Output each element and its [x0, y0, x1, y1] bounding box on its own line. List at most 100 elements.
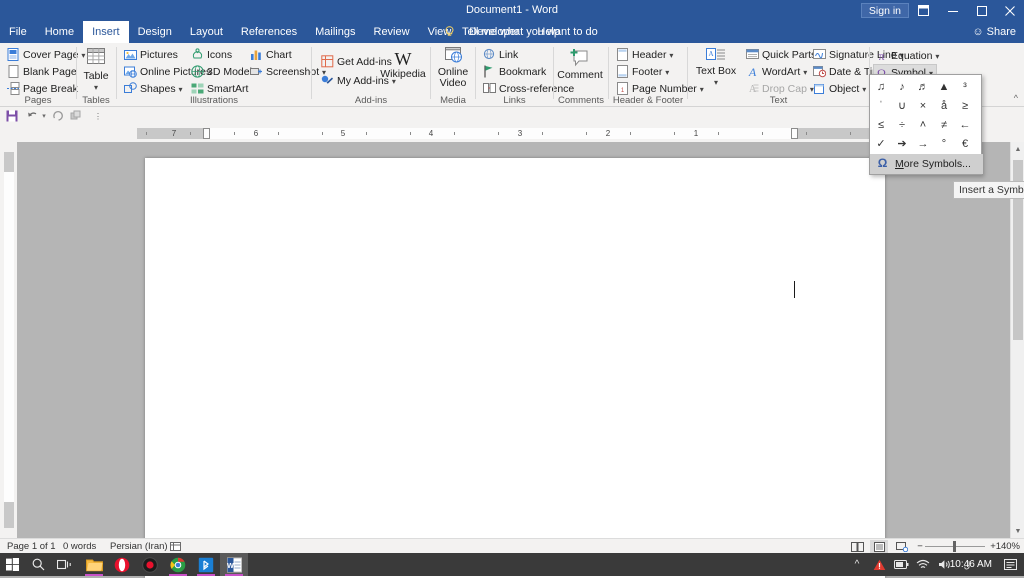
- wifi-icon[interactable]: [914, 553, 932, 576]
- customize-quick-access-toolbar-icon[interactable]: ⋮: [90, 108, 106, 124]
- footer-button[interactable]: Footer ▾: [615, 64, 672, 80]
- taskbar-app-bluetooth[interactable]: [192, 553, 220, 576]
- wikipedia-button[interactable]: W Wikipedia: [378, 49, 428, 80]
- wordart-button[interactable]: A WordArt ▾: [745, 64, 810, 80]
- ruler-tick: [454, 132, 455, 135]
- system-clock[interactable]: 10:46 AM: [950, 553, 992, 576]
- symbol-cell[interactable]: ♬: [913, 77, 933, 96]
- save-icon[interactable]: [4, 108, 20, 124]
- tab-review[interactable]: Review: [365, 21, 419, 43]
- table-button[interactable]: Table ▾: [73, 47, 119, 93]
- document-page[interactable]: [145, 158, 885, 578]
- symbol-cell[interactable]: →: [913, 134, 933, 153]
- symbol-cell[interactable]: €: [955, 134, 975, 153]
- pictures-button[interactable]: Pictures: [123, 47, 181, 63]
- symbol-cell[interactable]: ˄: [913, 115, 933, 134]
- close-icon[interactable]: [995, 0, 1024, 21]
- zoom-level[interactable]: 140%: [996, 539, 1020, 554]
- battery-icon[interactable]: [892, 553, 910, 576]
- minimize-icon[interactable]: [938, 0, 967, 21]
- bookmark-button[interactable]: Bookmark: [482, 64, 549, 80]
- share-button[interactable]: ☺ Share: [972, 21, 1016, 43]
- symbol-cell[interactable]: ←: [955, 115, 975, 134]
- symbol-cell[interactable]: ÷: [892, 115, 912, 134]
- repeat-icon[interactable]: [68, 108, 84, 124]
- taskbar-app-screen-recorder[interactable]: [136, 553, 164, 576]
- sign-in-button[interactable]: Sign in: [860, 3, 909, 18]
- maximize-icon[interactable]: [967, 0, 996, 21]
- symbol-cell[interactable]: ≤: [871, 115, 891, 134]
- blank-page-button[interactable]: Blank Page: [6, 64, 80, 80]
- show-hidden-icons-icon[interactable]: ^: [848, 553, 866, 576]
- ribbon-group-illustrations: Pictures Online Pictures Shapes ▾ Icons …: [117, 43, 326, 107]
- zoom-out-button[interactable]: −: [915, 539, 925, 554]
- taskbar-app-microsoft-word[interactable]: W: [220, 553, 248, 576]
- search-icon[interactable]: [26, 553, 50, 576]
- ribbon-display-options-icon[interactable]: [909, 0, 938, 21]
- vertical-scrollbar[interactable]: ▲ ▼: [1010, 142, 1024, 538]
- page-indicator[interactable]: Page 1 of 1: [7, 539, 56, 554]
- more-symbols-menu-item[interactable]: Ω More Symbols...: [870, 154, 983, 174]
- shapes-icon: [124, 82, 138, 96]
- group-label-media: Media: [440, 95, 466, 106]
- word-count[interactable]: 0 words: [63, 539, 96, 554]
- task-view-icon[interactable]: [52, 553, 76, 576]
- windows-start-icon[interactable]: [0, 553, 24, 576]
- tab-insert[interactable]: Insert: [83, 21, 129, 43]
- icons-button[interactable]: Icons: [190, 47, 235, 63]
- symbol-cell[interactable]: å: [934, 96, 954, 115]
- undo-icon[interactable]: [25, 108, 41, 124]
- 3d-models-icon: [191, 65, 205, 79]
- symbol-cell[interactable]: ˈ: [871, 96, 891, 115]
- chart-button[interactable]: Chart: [249, 47, 295, 63]
- tab-layout[interactable]: Layout: [181, 21, 232, 43]
- taskbar-app-file-explorer[interactable]: [80, 553, 108, 576]
- screenshot-icon: [250, 65, 264, 79]
- right-indent-marker[interactable]: [791, 128, 798, 139]
- tell-me-search[interactable]: Tell me what you want to do: [462, 21, 598, 43]
- symbol-cell[interactable]: ≥: [955, 96, 975, 115]
- equation-button[interactable]: π Equation ▾: [874, 48, 942, 64]
- collapse-ribbon-icon[interactable]: ^: [1014, 93, 1018, 103]
- view-print-layout[interactable]: [870, 540, 888, 553]
- symbol-cell[interactable]: ♫: [871, 77, 891, 96]
- chevron-down-icon: ▾: [178, 85, 183, 94]
- view-web-layout[interactable]: [893, 540, 911, 553]
- notification-center-icon[interactable]: [996, 553, 1024, 576]
- symbol-cell[interactable]: ∪: [892, 96, 912, 115]
- symbol-cell[interactable]: ✓: [871, 134, 891, 153]
- link-button[interactable]: Link: [482, 47, 521, 63]
- zoom-slider-thumb[interactable]: [953, 541, 956, 552]
- undo-dropdown-icon[interactable]: ▾: [40, 108, 48, 124]
- header-button[interactable]: Header ▾: [615, 47, 676, 63]
- scroll-up-icon[interactable]: ▲: [1011, 142, 1024, 156]
- symbol-cell[interactable]: ♪: [892, 77, 912, 96]
- status-bar: Page 1 of 1 0 words Persian (Iran) − + 1…: [0, 538, 1024, 553]
- scroll-down-icon[interactable]: ▼: [1011, 524, 1024, 538]
- ruler-number: 1: [693, 129, 699, 138]
- text-box-button[interactable]: A Text Box ▾: [693, 47, 739, 88]
- warning-icon[interactable]: [870, 553, 888, 576]
- tab-home[interactable]: Home: [36, 21, 83, 43]
- symbol-cell[interactable]: ≠: [934, 115, 954, 134]
- tab-file[interactable]: File: [0, 21, 36, 43]
- redo-icon[interactable]: [50, 108, 66, 124]
- symbol-cell[interactable]: ▲: [934, 77, 954, 96]
- symbol-cell[interactable]: ➔: [892, 134, 912, 153]
- online-video-button[interactable]: Online Video: [430, 46, 476, 89]
- taskbar-app-google-chrome[interactable]: [164, 553, 192, 576]
- left-indent-marker[interactable]: [203, 128, 210, 139]
- vertical-ruler[interactable]: [0, 142, 17, 538]
- symbol-cell[interactable]: °: [934, 134, 954, 153]
- object-label: Object: [829, 83, 860, 95]
- proofing-errors-icon[interactable]: [170, 539, 184, 554]
- symbol-cell[interactable]: ³: [955, 77, 975, 96]
- symbol-cell[interactable]: ×: [913, 96, 933, 115]
- comment-button[interactable]: Comment: [557, 48, 603, 81]
- tab-design[interactable]: Design: [129, 21, 181, 43]
- tab-mailings[interactable]: Mailings: [306, 21, 364, 43]
- language-indicator[interactable]: Persian (Iran): [110, 539, 168, 554]
- tab-references[interactable]: References: [232, 21, 306, 43]
- taskbar-app-opera[interactable]: [108, 553, 136, 576]
- view-read-mode[interactable]: [848, 540, 866, 553]
